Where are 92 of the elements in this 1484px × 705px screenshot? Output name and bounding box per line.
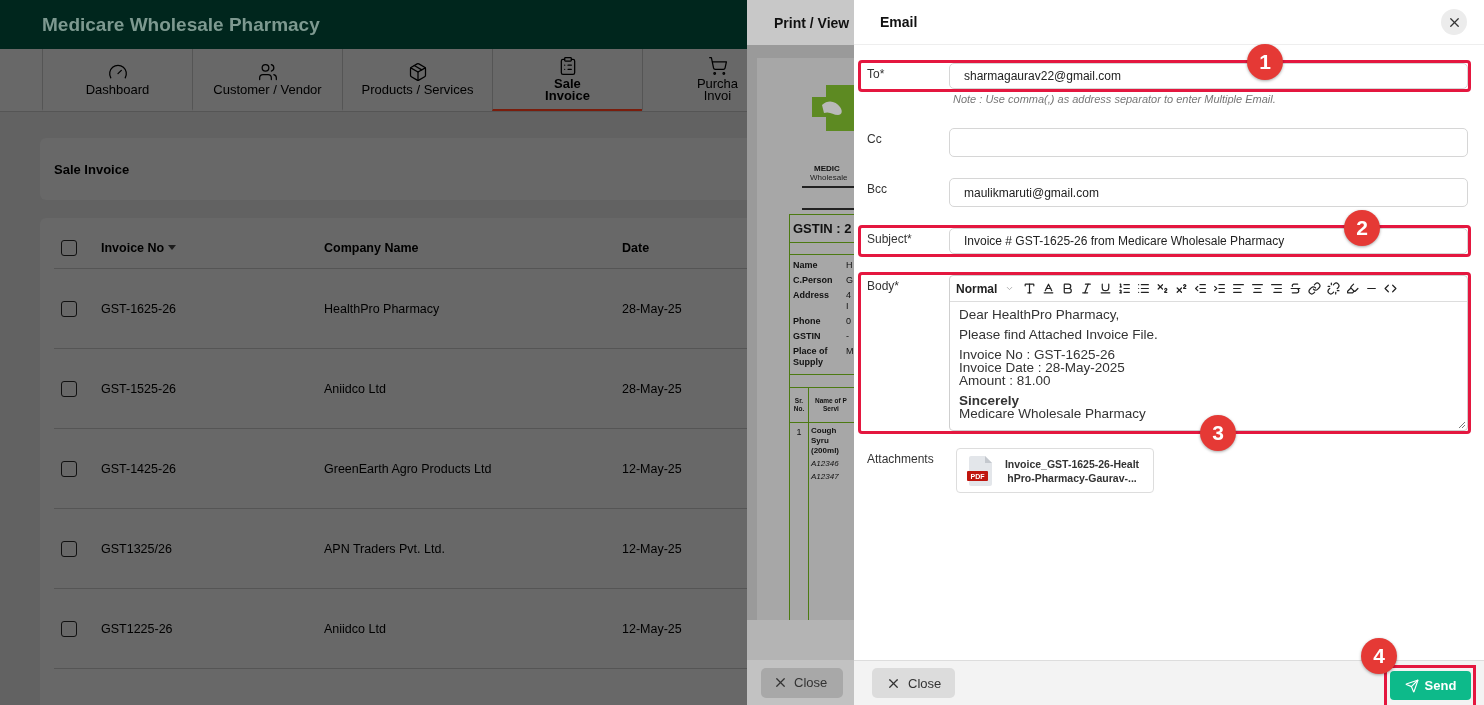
table-cell: Aniidco Ltd [324, 621, 386, 636]
email-title: Email [880, 14, 918, 30]
detail-label: Phone [793, 316, 822, 327]
table-cell: GreenEarth Agro Products Ltd [324, 461, 492, 476]
page-title: Sale Invoice [54, 161, 130, 177]
column-header[interactable]: Company Name [324, 241, 419, 255]
table-cell: GST1325/26 [101, 541, 172, 556]
callout-badge: 4 [1361, 638, 1397, 674]
table-cell: Aniidco Ltd [324, 381, 386, 396]
close-button[interactable]: Close [761, 667, 843, 698]
outdent-icon[interactable] [1193, 281, 1209, 296]
nav-tab[interactable]: Products / Services [342, 49, 492, 111]
detail-value: G [846, 275, 854, 286]
people-icon [257, 62, 278, 82]
align-center-icon[interactable] [1250, 281, 1266, 296]
highlighter-icon[interactable] [1345, 281, 1361, 296]
link-icon[interactable] [1307, 281, 1323, 296]
table-cell: 12-May-25 [622, 541, 682, 556]
field-label: Attachments [866, 451, 935, 468]
detail-label: GSTIN [793, 331, 822, 342]
body-text-line: Invoice No : GST-1625-26 [959, 348, 1116, 361]
email-field[interactable] [949, 128, 1468, 157]
detail-value: 0 [846, 316, 852, 327]
body-text-line: Sincerely [959, 394, 1020, 407]
batch-number: A12346 [811, 459, 840, 469]
sort-caret-icon [168, 245, 177, 251]
app-title: Medicare Wholesale Pharmacy [42, 13, 320, 36]
checkbox[interactable] [61, 540, 77, 557]
column-header[interactable]: Date [622, 241, 650, 255]
detail-label: Place of Supply [793, 346, 829, 368]
body-text-line: Please find Attached Invoice File. [959, 328, 1158, 341]
table-cell: 12-May-25 [622, 461, 682, 476]
table-cell: GST-1625-26 [101, 301, 177, 316]
resize-grip-icon[interactable] [1458, 421, 1466, 429]
close-button[interactable]: Close [872, 668, 956, 698]
cart-icon [707, 56, 728, 76]
format-dropdown[interactable]: Normal [956, 281, 1019, 296]
align-left-icon[interactable] [1231, 281, 1247, 296]
brand-name: MEDIC [814, 165, 840, 173]
body-text-line: Medicare Wholesale Pharmacy [959, 407, 1146, 420]
email-field[interactable]: maulikmaruti@gmail.com [949, 178, 1468, 207]
field-label: Cc [866, 131, 883, 148]
detail-label: Address [793, 290, 830, 302]
numbered-list-icon[interactable] [1117, 281, 1133, 296]
detail-label: Name [793, 260, 819, 271]
body-text-line: Amount : 81.00 [959, 374, 1051, 387]
batch-number: A12347 [811, 472, 840, 482]
column-header[interactable]: Invoice No [101, 241, 177, 255]
table-cell: GST-1525-26 [101, 381, 177, 396]
caret-icon [1005, 284, 1015, 293]
send-icon [1404, 678, 1419, 693]
nav-tab[interactable]: Customer / Vendor [192, 49, 342, 111]
checkbox[interactable] [61, 460, 77, 477]
print-view-title: Print / View [774, 14, 850, 31]
table-cell: HealthPro Pharmacy [324, 301, 440, 316]
detail-value: - [846, 331, 850, 342]
field-note: Note : Use comma(,) as address separator to enter Multiple Email. [953, 93, 1277, 105]
send-button[interactable]: Send [1390, 671, 1471, 700]
nav-tab[interactable]: Dashboard [42, 49, 192, 111]
detail-value: H [846, 260, 854, 271]
close-icon [773, 675, 788, 690]
indent-icon[interactable] [1212, 281, 1228, 296]
bullet-list-icon[interactable] [1136, 281, 1152, 296]
detail-value: M [846, 346, 854, 358]
unlink-icon[interactable] [1326, 281, 1342, 296]
box-icon [407, 62, 428, 82]
field-label: To* [866, 66, 886, 83]
table-cell: 28-May-25 [622, 381, 682, 396]
table-cell: APN Traders Pvt. Ltd. [324, 541, 445, 556]
close-button[interactable] [1441, 9, 1467, 35]
table-cell: 28-May-25 [622, 301, 682, 316]
checkbox[interactable] [61, 620, 77, 637]
callout-badge: 2 [1344, 210, 1380, 246]
checkbox[interactable] [61, 240, 77, 256]
brand-tagline: Wholesale [810, 173, 848, 182]
table-cell: GST-1425-26 [101, 461, 177, 476]
detail-label: C.Person [793, 275, 834, 286]
item-name: Cough Syru (200ml) [811, 426, 840, 456]
callout-badge: 3 [1200, 415, 1236, 451]
detail-value: 4 I [846, 290, 852, 312]
table-cell: 12-May-25 [622, 621, 682, 636]
table-cell: GST1225-26 [101, 621, 173, 636]
field-label: Body* [866, 278, 901, 295]
body-text-line: Invoice Date : 28-May-2025 [959, 361, 1125, 374]
gstin-text: GSTIN : 2 [793, 221, 852, 236]
field-label: Subject* [866, 231, 913, 248]
body-text-line: Dear HealthPro Pharmacy, [959, 308, 1120, 321]
field-label: Bcc [866, 181, 888, 198]
nav-tab[interactable]: Sale Invoice [492, 49, 642, 111]
align-right-icon[interactable] [1269, 281, 1285, 296]
checkbox[interactable] [61, 380, 77, 397]
checkbox[interactable] [61, 300, 77, 317]
